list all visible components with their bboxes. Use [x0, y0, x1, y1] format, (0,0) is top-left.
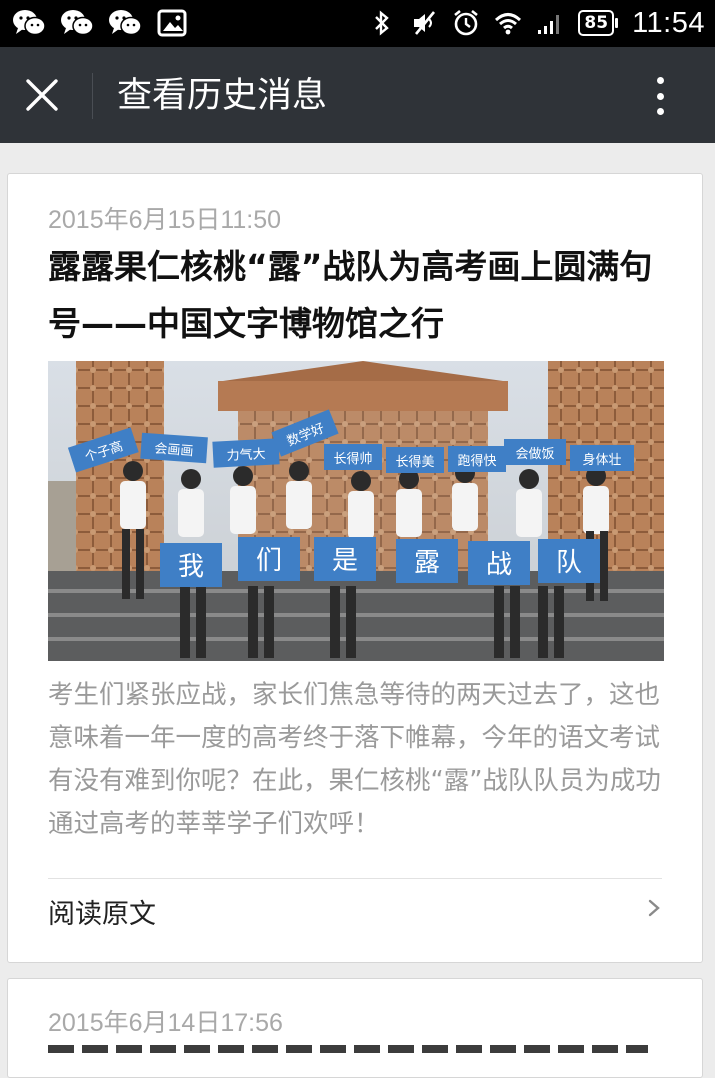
sign-label: 力气大 — [226, 446, 266, 464]
system-icons: 85 11:54 — [368, 6, 705, 40]
close-icon[interactable] — [22, 75, 62, 115]
article-card[interactable]: 2015年6月15日11:50 露露果仁核桃“露”战队为高考画上圆满句号——中国… — [7, 173, 703, 963]
sign-label: 露 — [414, 548, 440, 578]
sign-label: 我 — [178, 552, 204, 582]
sign-label: 跑得快 — [457, 453, 496, 469]
more-dot — [656, 92, 664, 100]
article-cover-image[interactable]: 个子高 会画画 力气大 数学好 长得帅 长得美 跑得快 会做饭 身体壮 我 们 … — [48, 361, 664, 661]
chevron-right-icon — [648, 899, 660, 917]
sign-label: 们 — [256, 546, 282, 576]
status-bar: 85 11:54 — [0, 0, 715, 47]
sign-label: 会做饭 — [515, 447, 554, 462]
more-dot — [656, 108, 664, 115]
read-more-label: 阅读原文 — [48, 899, 156, 930]
sign-label: 身体壮 — [582, 452, 621, 468]
sign-label: 长得美 — [395, 454, 434, 470]
read-more-link[interactable]: 阅读原文 — [48, 878, 662, 944]
sign-label: 长得帅 — [333, 451, 372, 467]
wechat-icon — [61, 10, 94, 36]
page-title: 查看历史消息 — [117, 76, 328, 116]
sign-label: 队 — [556, 548, 582, 578]
article-card[interactable]: 2015年6月14日17:56 — [7, 978, 703, 1078]
battery-indicator: 85 — [578, 10, 618, 36]
more-vertical-icon[interactable] — [645, 73, 675, 119]
mute-icon — [414, 11, 436, 35]
more-dot — [656, 77, 664, 84]
status-clock: 11:54 — [632, 6, 705, 39]
article-date: 2015年6月14日17:56 — [48, 1009, 283, 1037]
sign-label: 战 — [486, 550, 512, 580]
sign-label: 是 — [332, 546, 358, 576]
wechat-icon — [13, 10, 46, 36]
signal-icon — [538, 15, 560, 34]
sign-label: 会画画 — [154, 442, 194, 460]
article-date: 2015年6月15日11:50 — [48, 206, 282, 234]
wifi-icon — [495, 13, 522, 35]
wechat-icon — [109, 10, 142, 36]
article-summary: 考生们紧张应战，家长们焦急等待的两天过去了，这也意味着一年一度的高考终于落下帷幕… — [48, 680, 661, 839]
title-divider — [92, 73, 93, 119]
article-title-cropped — [48, 1045, 648, 1053]
notification-icons — [12, 8, 190, 38]
image-icon — [157, 9, 187, 37]
article-title[interactable]: 露露果仁核桃“露”战队为高考画上圆满句号——中国文字博物馆之行 — [48, 238, 668, 352]
alarm-icon — [454, 9, 479, 36]
title-bar: 查看历史消息 — [0, 47, 715, 143]
bluetooth-icon — [375, 10, 390, 36]
